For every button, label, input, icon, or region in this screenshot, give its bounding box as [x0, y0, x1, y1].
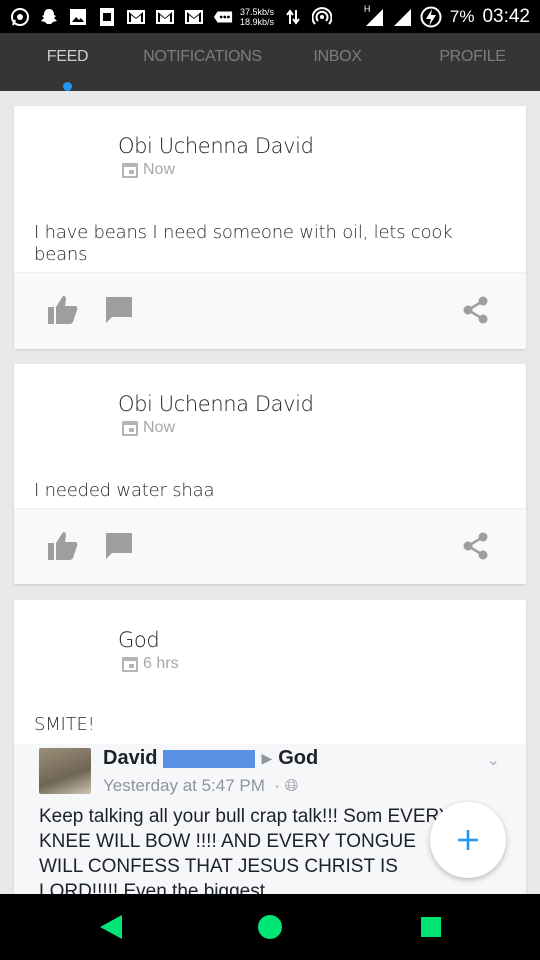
share-icon — [463, 532, 488, 560]
snapchat-icon — [39, 7, 59, 27]
gallery-icon — [68, 7, 88, 27]
share-button[interactable] — [459, 293, 493, 327]
comment-icon — [106, 533, 132, 559]
calendar-icon — [122, 163, 138, 178]
post-card: Obi Uchenna David Now I have beans I nee… — [14, 106, 526, 349]
network-type: H — [363, 3, 371, 14]
embed-timestamp-row: Yesterday at 5:47 PM · 🌐︎ — [103, 776, 298, 796]
post-author: God — [118, 628, 160, 652]
gmail-icon — [126, 7, 146, 27]
post-text: I have beans I need someone with oil, le… — [34, 222, 453, 265]
recents-square-icon — [421, 917, 441, 937]
gmail-icon — [184, 7, 204, 27]
calendar-icon — [122, 421, 138, 436]
embed-author: David — [103, 747, 158, 769]
home-button[interactable] — [255, 912, 285, 942]
plus-icon — [458, 830, 478, 850]
network-rates: 37.5kb/s 18.9kb/s — [240, 7, 274, 27]
signal-icon: H — [363, 3, 384, 27]
back-button[interactable] — [96, 912, 126, 942]
embed-timestamp: Yesterday at 5:47 PM — [103, 776, 265, 795]
like-button[interactable] — [46, 293, 80, 327]
post-text: I needed water shaa — [34, 480, 215, 501]
post-time: Now — [120, 160, 175, 180]
embed-body: Keep talking all your bull crap talk!!! … — [39, 806, 452, 894]
data-arrows-icon — [283, 7, 303, 27]
battery-percent: 7% — [449, 6, 475, 26]
post-time: 6 hrs — [120, 654, 179, 674]
embed-target: God — [278, 747, 319, 769]
thumbs-up-icon — [48, 532, 78, 560]
tab-profile[interactable]: PROFILE — [405, 33, 540, 91]
whatsapp-icon — [10, 7, 30, 27]
recents-button[interactable] — [416, 912, 446, 942]
system-nav-bar — [0, 894, 540, 960]
post-time-label: Now — [143, 419, 176, 436]
home-circle-icon — [258, 915, 282, 939]
comment-button[interactable] — [102, 293, 136, 327]
rate-up: 37.5kb/s — [240, 6, 275, 17]
new-post-button[interactable] — [430, 802, 506, 878]
thumbs-up-icon — [48, 296, 78, 324]
clock: 03:42 — [482, 5, 530, 27]
share-icon — [463, 296, 488, 324]
tab-bar: FEED NOTIFICATIONS INBOX PROFILE — [0, 33, 540, 91]
tab-notifications-label: NOTIFICATIONS — [143, 48, 262, 65]
comment-icon — [106, 297, 132, 323]
like-button[interactable] — [46, 529, 80, 563]
redaction-bar — [163, 749, 256, 768]
post-time-label: 6 hrs — [143, 655, 179, 672]
back-triangle-icon — [100, 915, 122, 939]
comment-button[interactable] — [102, 529, 136, 563]
avatar — [39, 748, 91, 794]
tab-inbox[interactable]: INBOX — [270, 33, 405, 91]
status-bar: 37.5kb/s 18.9kb/s H 7% 03:42 — [0, 0, 540, 33]
post-text: SMITE! — [34, 714, 95, 735]
globe-icon: · 🌐︎ — [269, 776, 299, 795]
chevron-down-icon: ⌄ — [486, 752, 500, 769]
hotspot-icon — [312, 6, 333, 27]
gmail-icon — [155, 7, 175, 27]
post-author: Obi Uchenna David — [118, 392, 314, 416]
post-time-label: Now — [143, 161, 176, 178]
battery-charging-icon — [420, 6, 442, 28]
embed-header: David ▶ God — [103, 747, 318, 770]
signal-icon — [392, 7, 412, 27]
active-tab-indicator — [63, 82, 72, 91]
post-time: Now — [120, 418, 175, 438]
post-card: Obi Uchenna David Now I needed water sha… — [14, 364, 526, 584]
share-button[interactable] — [459, 529, 493, 563]
sim-icon — [97, 7, 117, 27]
tab-feed-label: FEED — [46, 48, 89, 65]
rate-down: 18.9kb/s — [240, 16, 275, 27]
tab-profile-label: PROFILE — [439, 48, 506, 65]
post-actions — [14, 272, 526, 349]
triangle-right-icon: ▶ — [261, 750, 273, 766]
more-notifications-icon — [213, 7, 233, 27]
calendar-icon — [122, 657, 138, 672]
post-author: Obi Uchenna David — [118, 134, 314, 158]
post-actions — [14, 508, 526, 584]
tab-inbox-label: INBOX — [313, 48, 362, 65]
tab-notifications[interactable]: NOTIFICATIONS — [135, 33, 270, 91]
